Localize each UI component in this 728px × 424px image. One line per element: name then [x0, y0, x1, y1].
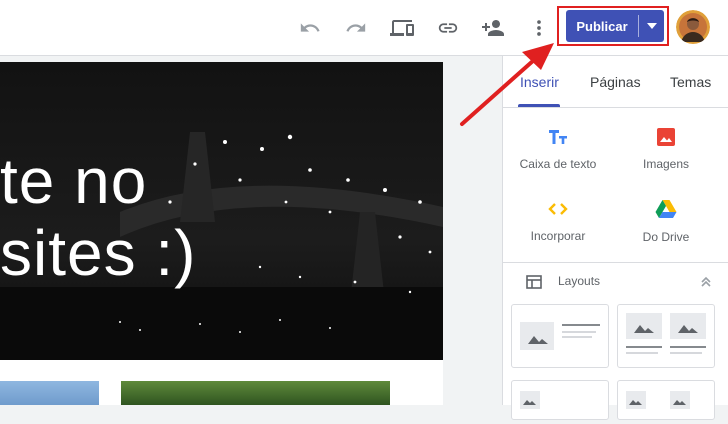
caret-down-icon [646, 23, 657, 29]
hero-title-line-1: te no [0, 145, 148, 217]
tab-insert[interactable]: Inserir [520, 74, 559, 90]
layout-option-3[interactable] [511, 380, 609, 420]
collapse-icon[interactable] [700, 276, 712, 288]
preview-devices-icon[interactable] [388, 14, 416, 42]
layouts-separator [502, 262, 728, 263]
tab-themes[interactable]: Temas [670, 74, 711, 90]
insert-from-drive-label: Do Drive [642, 230, 690, 244]
insert-embed[interactable]: Incorporar [508, 200, 608, 243]
more-vert-icon[interactable] [525, 14, 553, 42]
insert-text-box-label: Caixa de texto [519, 157, 597, 171]
undo-icon[interactable] [296, 14, 324, 42]
embed-icon [548, 203, 568, 215]
layout-option-2[interactable] [617, 304, 715, 368]
publish-button[interactable]: Publicar [566, 10, 638, 42]
link-icon[interactable] [434, 14, 462, 42]
redo-icon[interactable] [342, 14, 370, 42]
tabs-divider [502, 107, 728, 108]
insert-images[interactable]: Imagens [616, 128, 716, 171]
text-box-icon [549, 130, 567, 144]
insert-text-box[interactable]: Caixa de texto [508, 128, 608, 171]
insert-images-label: Imagens [642, 157, 690, 171]
layout-option-1[interactable] [511, 304, 609, 368]
hero-title-line-2: sites :) [0, 217, 197, 289]
image-icon [657, 128, 675, 146]
layouts-icon [526, 275, 542, 289]
avatar[interactable] [676, 10, 710, 44]
trees-image[interactable] [121, 381, 390, 405]
publish-options-button[interactable] [639, 10, 664, 42]
insert-from-drive[interactable]: Do Drive [616, 199, 716, 244]
share-icon[interactable] [479, 14, 507, 42]
insert-embed-label: Incorporar [530, 229, 586, 243]
tab-pages[interactable]: Páginas [590, 74, 641, 90]
hero-title[interactable]: te no sites :) [0, 145, 196, 289]
hero-banner[interactable]: te no sites :) [0, 62, 443, 360]
layout-option-4[interactable] [617, 380, 715, 420]
sky-image[interactable] [0, 381, 99, 405]
drive-icon [655, 200, 677, 218]
layouts-heading: Layouts [558, 274, 601, 288]
publish-button-group: Publicar [566, 10, 664, 42]
